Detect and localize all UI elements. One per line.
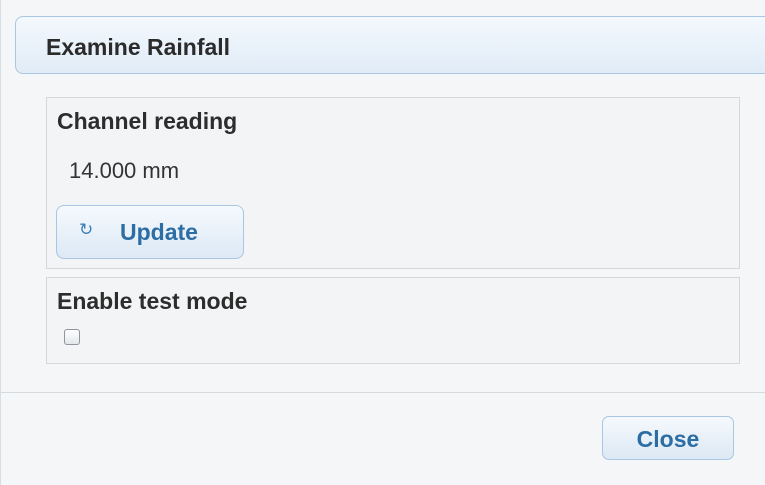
dialog-title: Examine Rainfall (46, 34, 231, 60)
test-mode-checkbox[interactable] (64, 329, 80, 345)
channel-reading-value: 14.000 mm (69, 158, 180, 183)
dialog-titlebar: Examine Rainfall (15, 16, 765, 74)
footer-divider (1, 392, 765, 393)
channel-reading-panel: Channel reading 14.000 mm ↻ Update (46, 97, 740, 269)
channel-reading-title: Channel reading (57, 108, 238, 134)
update-button[interactable]: ↻ Update (56, 205, 244, 259)
close-button-label: Close (636, 426, 700, 452)
test-mode-panel: Enable test mode (46, 277, 740, 364)
close-button[interactable]: Close (602, 416, 734, 460)
refresh-icon: ↻ (79, 220, 94, 239)
test-mode-title: Enable test mode (57, 288, 248, 314)
examine-rainfall-dialog: Examine Rainfall Channel reading 14.000 … (0, 0, 765, 485)
update-button-label: Update (120, 219, 198, 245)
